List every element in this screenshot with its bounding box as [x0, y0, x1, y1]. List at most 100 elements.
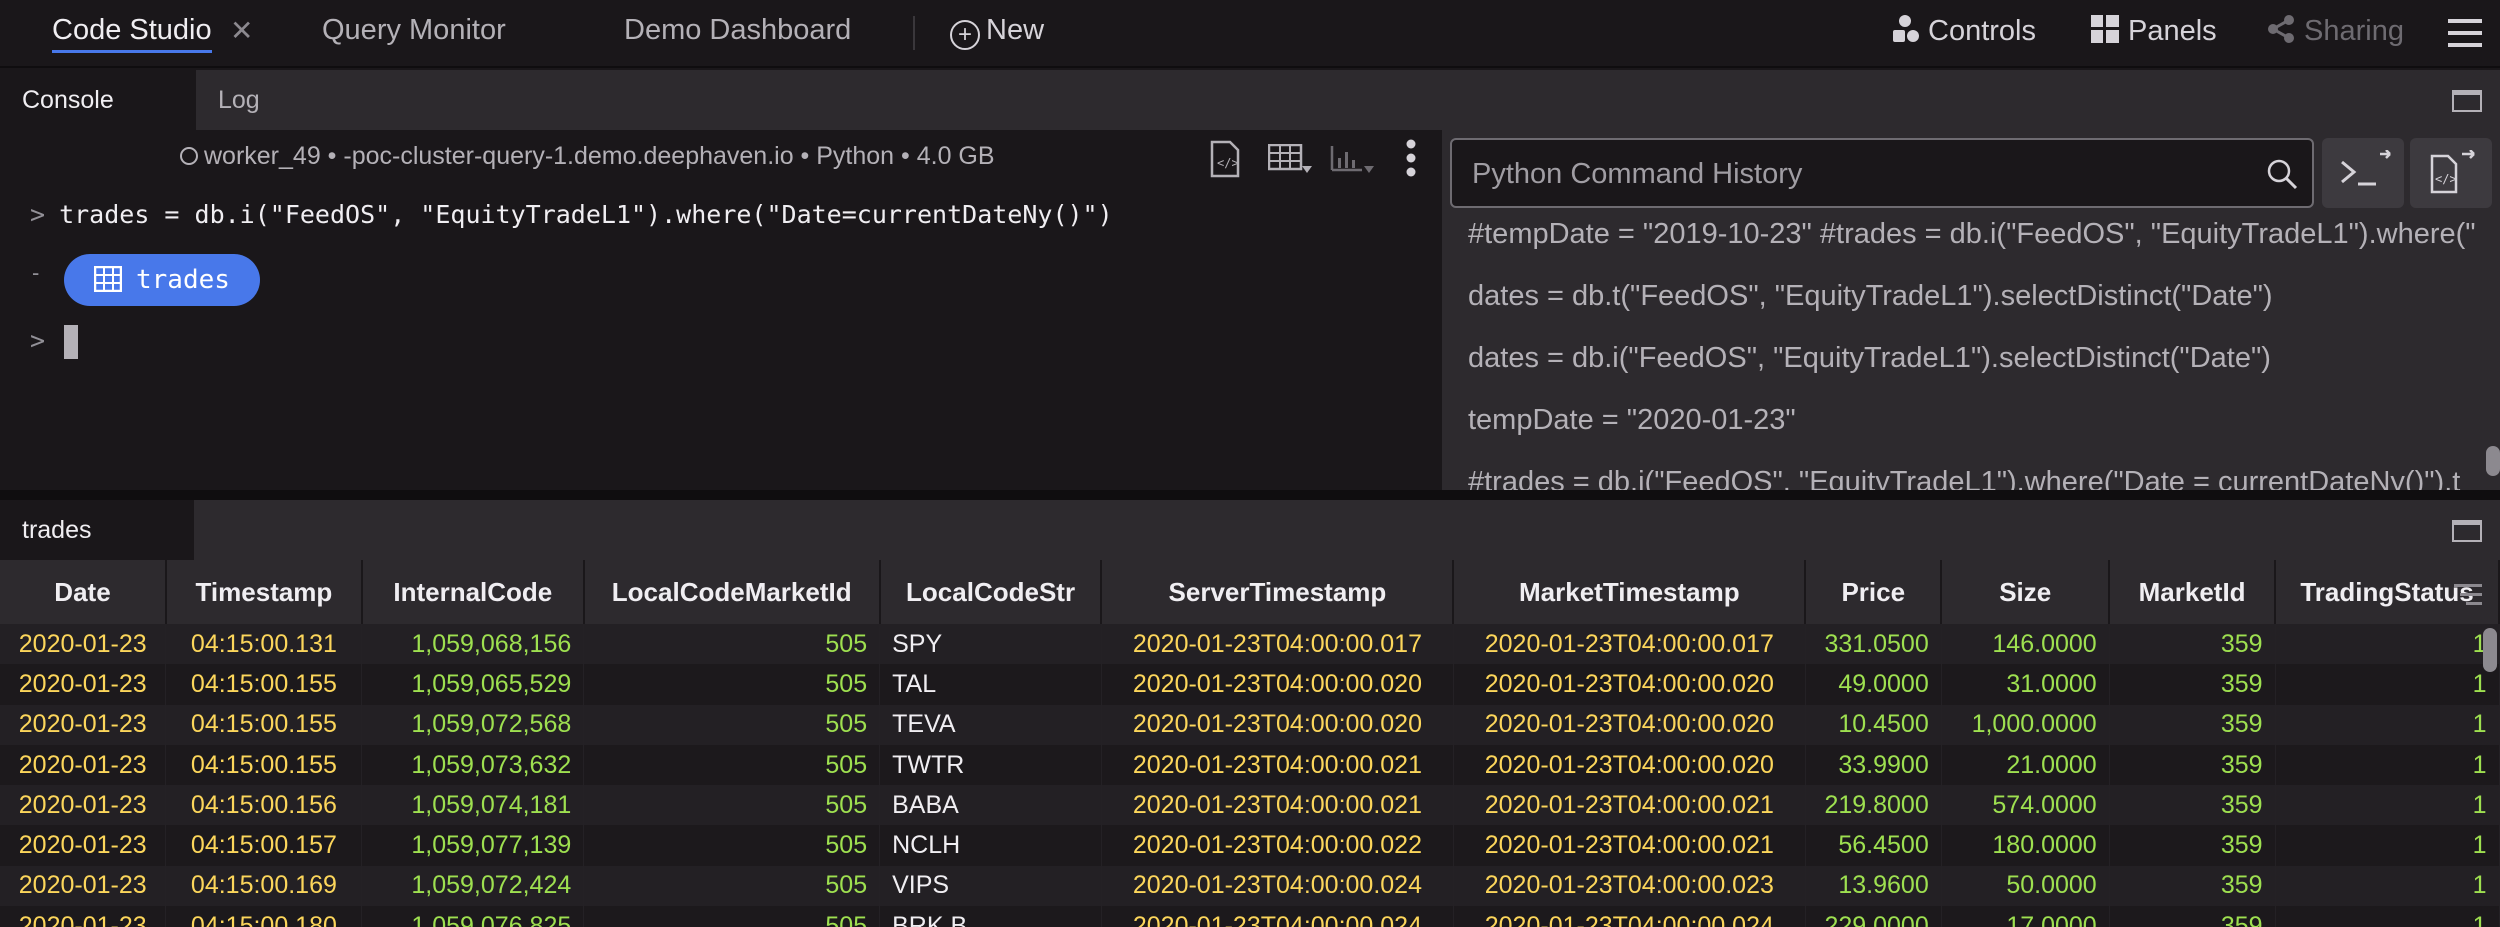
- table-cell[interactable]: 1,059,065,529: [361, 664, 585, 705]
- table-cell[interactable]: 2020-01-23T04:00:00.021: [1101, 744, 1454, 786]
- history-scrollbar[interactable]: [2486, 446, 2500, 476]
- table-cell[interactable]: TAL: [879, 664, 1102, 705]
- table-cell[interactable]: 04:15:00.131: [165, 624, 363, 665]
- table-row[interactable]: 2020-01-23 04:15:00.155 1,059,072,568 505 TE…: [0, 704, 2500, 745]
- table-cell[interactable]: VIPS: [879, 865, 1102, 907]
- controls-button[interactable]: Controls: [1890, 14, 2036, 48]
- table-row[interactable]: 2020-01-23 04:15:00.131 1,059,068,156 505 SP…: [0, 624, 2500, 665]
- table-options-icon[interactable]: [2454, 584, 2482, 606]
- table-cell[interactable]: 229.0000: [1805, 906, 1942, 927]
- column-header[interactable]: LocalCodeStr: [879, 560, 1103, 624]
- table-cell[interactable]: 50.0000: [1941, 865, 2110, 907]
- table-cell[interactable]: 2020-01-23T04:00:00.020: [1101, 704, 1454, 745]
- table-cell[interactable]: BRK.B: [879, 906, 1102, 927]
- history-item[interactable]: #trades = db.i("FeedOS", "EquityTradeL1"…: [1468, 466, 2460, 490]
- table-cell[interactable]: 1,059,068,156: [361, 624, 585, 665]
- table-cell[interactable]: 1: [2275, 744, 2500, 786]
- panels-button[interactable]: Panels: [2090, 14, 2217, 48]
- table-cell[interactable]: 359: [2109, 744, 2276, 786]
- table-cell[interactable]: 2020-01-23T04:00:00.020: [1453, 664, 1806, 705]
- table-cell[interactable]: 31.0000: [1941, 664, 2110, 705]
- table-cell[interactable]: 1: [2275, 704, 2500, 745]
- column-header[interactable]: MarketId: [2109, 560, 2277, 624]
- table-row[interactable]: 2020-01-23 04:15:00.157 1,059,077,139 505 NC…: [0, 825, 2500, 866]
- table-row[interactable]: 2020-01-23 04:15:00.155 1,059,065,529 505 TA…: [0, 664, 2500, 705]
- input-line[interactable]: >: [30, 326, 59, 355]
- table-cell[interactable]: 359: [2109, 785, 2276, 826]
- table-cell[interactable]: 359: [2109, 906, 2276, 927]
- export-notebook-icon[interactable]: </>: [1210, 140, 1240, 178]
- table-row[interactable]: 2020-01-23 04:15:00.169 1,059,072,424 505 VI…: [0, 865, 2500, 907]
- table-cell[interactable]: 2020-01-23T04:00:00.017: [1101, 624, 1454, 665]
- table-cell[interactable]: 04:15:00.180: [165, 906, 363, 927]
- new-button[interactable]: + New: [950, 14, 1044, 50]
- table-cell[interactable]: 505: [583, 704, 881, 745]
- hamburger-menu-icon[interactable]: [2448, 18, 2482, 48]
- table-cell[interactable]: 04:15:00.155: [165, 744, 363, 786]
- maximize-console-icon[interactable]: [2452, 90, 2482, 112]
- table-cell[interactable]: NCLH: [879, 825, 1102, 866]
- table-cell[interactable]: 1,000.0000: [1941, 704, 2110, 745]
- table-cell[interactable]: 505: [583, 906, 881, 927]
- table-cell[interactable]: 505: [583, 825, 881, 866]
- column-header[interactable]: Date: [0, 560, 167, 624]
- tab-log[interactable]: Log: [196, 70, 282, 130]
- table-cell[interactable]: 2020-01-23T04:00:00.022: [1101, 825, 1454, 866]
- tab-demo-dashboard[interactable]: Demo Dashboard: [624, 14, 851, 47]
- table-cell[interactable]: 33.9900: [1805, 744, 1942, 786]
- table-cell[interactable]: 1,059,072,568: [361, 704, 585, 745]
- table-cell[interactable]: 359: [2109, 825, 2276, 866]
- table-cell[interactable]: 146.0000: [1941, 624, 2110, 665]
- table-cell[interactable]: 04:15:00.155: [165, 704, 363, 745]
- open-trades-table-button[interactable]: trades: [64, 254, 260, 306]
- history-item[interactable]: dates = db.i("FeedOS", "EquityTradeL1").…: [1468, 342, 2271, 375]
- history-search-input[interactable]: [1472, 152, 2232, 196]
- table-cell[interactable]: 505: [583, 865, 881, 907]
- tab-console[interactable]: Console: [0, 70, 196, 130]
- table-cell[interactable]: 1,059,074,181: [361, 785, 585, 826]
- table-cell[interactable]: 1: [2275, 785, 2500, 826]
- table-cell[interactable]: 2020-01-23: [0, 785, 167, 826]
- table-cell[interactable]: 505: [583, 785, 881, 826]
- table-cell[interactable]: 1,059,073,632: [361, 744, 585, 786]
- table-cell[interactable]: TEVA: [879, 704, 1102, 745]
- table-cell[interactable]: 1: [2275, 624, 2500, 665]
- chart-dropdown-icon[interactable]: [1330, 144, 1374, 174]
- table-cell[interactable]: 2020-01-23T04:00:00.020: [1101, 664, 1454, 705]
- table-cell[interactable]: 2020-01-23T04:00:00.024: [1101, 906, 1454, 927]
- table-cell[interactable]: 2020-01-23T04:00:00.023: [1453, 865, 1806, 907]
- table-cell[interactable]: 04:15:00.169: [165, 865, 363, 907]
- table-cell[interactable]: TWTR: [879, 744, 1102, 786]
- table-cell[interactable]: 04:15:00.157: [165, 825, 363, 866]
- table-scrollbar[interactable]: [2483, 628, 2497, 672]
- table-cell[interactable]: 04:15:00.155: [165, 664, 363, 705]
- table-cell[interactable]: 2020-01-23T04:00:00.021: [1453, 785, 1806, 826]
- table-cell[interactable]: SPY: [879, 624, 1102, 665]
- table-row[interactable]: 2020-01-23 04:15:00.156 1,059,074,181 505 BA…: [0, 785, 2500, 826]
- table-row[interactable]: 2020-01-23 04:15:00.180 1,059,076,825 505 BR…: [0, 906, 2500, 927]
- column-header[interactable]: Size: [1941, 560, 2111, 624]
- table-cell[interactable]: 49.0000: [1805, 664, 1942, 705]
- tab-query-monitor[interactable]: Query Monitor: [322, 14, 506, 47]
- table-cell[interactable]: 505: [583, 744, 881, 786]
- table-row[interactable]: 2020-01-23 04:15:00.155 1,059,073,632 505 TW…: [0, 744, 2500, 786]
- history-item[interactable]: dates = db.t("FeedOS", "EquityTradeL1").…: [1468, 280, 2273, 313]
- table-cell[interactable]: 2020-01-23: [0, 865, 167, 907]
- table-cell[interactable]: 359: [2109, 704, 2276, 745]
- table-cell[interactable]: 505: [583, 664, 881, 705]
- table-cell[interactable]: 2020-01-23: [0, 744, 167, 786]
- table-cell[interactable]: 13.9600: [1805, 865, 1942, 907]
- table-cell[interactable]: 1: [2275, 865, 2500, 907]
- column-header[interactable]: InternalCode: [361, 560, 585, 624]
- table-cell[interactable]: 2020-01-23T04:00:00.024: [1101, 865, 1454, 907]
- table-cell[interactable]: 359: [2109, 624, 2276, 665]
- table-cell[interactable]: 04:15:00.156: [165, 785, 363, 826]
- table-cell[interactable]: 2020-01-23: [0, 906, 167, 927]
- history-item[interactable]: #tempDate = "2019-10-23" #trades = db.i(…: [1468, 218, 2476, 251]
- table-cell[interactable]: 574.0000: [1941, 785, 2110, 826]
- more-vertical-icon[interactable]: [1404, 138, 1418, 178]
- close-tab-icon[interactable]: ✕: [230, 14, 253, 47]
- send-to-console-button[interactable]: [2322, 138, 2404, 208]
- table-cell[interactable]: 2020-01-23T04:00:00.017: [1453, 624, 1806, 665]
- table-cell[interactable]: 2020-01-23T04:00:00.024: [1453, 906, 1806, 927]
